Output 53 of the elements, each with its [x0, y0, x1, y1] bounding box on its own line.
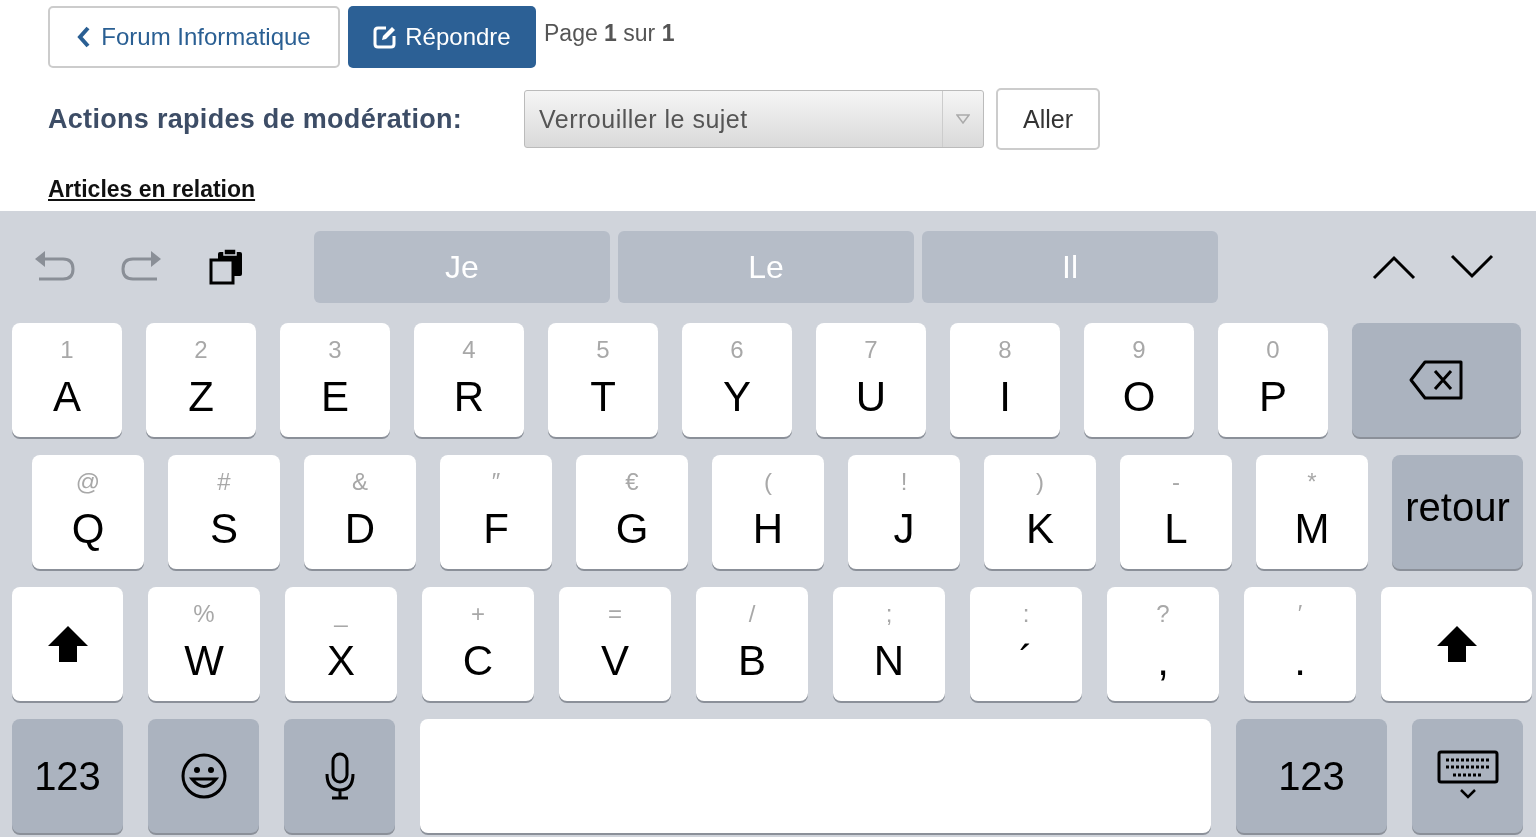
- keyboard-key[interactable]: 7 U: [816, 323, 926, 437]
- keyboard-key[interactable]: @ Q: [32, 455, 144, 569]
- keyboard-key[interactable]: € G: [576, 455, 688, 569]
- keyboard-key[interactable]: ; N: [833, 587, 945, 701]
- back-button[interactable]: Forum Informatique: [48, 6, 340, 68]
- keyboard-key[interactable]: # S: [168, 455, 280, 569]
- microphone-icon: [323, 752, 356, 800]
- keyboard-key[interactable]: + C: [422, 587, 534, 701]
- return-key[interactable]: retour: [1392, 455, 1523, 569]
- keyboard-key[interactable]: ( H: [712, 455, 824, 569]
- dictation-key[interactable]: [284, 719, 395, 833]
- go-button[interactable]: Aller: [996, 88, 1100, 150]
- chevron-down-icon[interactable]: [1450, 254, 1494, 280]
- keyboard-key[interactable]: % W: [148, 587, 260, 701]
- keyboard-key[interactable]: 0 P: [1218, 323, 1328, 437]
- moderation-label: Actions rapides de modération:: [48, 103, 464, 135]
- smiley-icon: [179, 752, 228, 800]
- keyboard-key[interactable]: 1 A: [12, 323, 122, 437]
- pagination-text: Page 1 sur 1: [544, 20, 675, 47]
- chevron-left-icon: [77, 26, 92, 48]
- keyboard-key[interactable]: ! J: [848, 455, 960, 569]
- keyboard-key[interactable]: / B: [696, 587, 808, 701]
- keyboard-key[interactable]: & D: [304, 455, 416, 569]
- keyboard-key[interactable]: _ X: [285, 587, 397, 701]
- keyboard-key[interactable]: 8 I: [950, 323, 1060, 437]
- dropdown-arrow-icon: [956, 114, 970, 124]
- emoji-key[interactable]: [148, 719, 259, 833]
- keyboard-key[interactable]: 4 R: [414, 323, 524, 437]
- keyboard-key[interactable]: 2 Z: [146, 323, 256, 437]
- keyboard-key[interactable]: ′ .: [1244, 587, 1356, 701]
- keyboard-key[interactable]: 6 Y: [682, 323, 792, 437]
- chevron-up-icon[interactable]: [1372, 254, 1416, 280]
- keyboard-key[interactable]: : ´: [970, 587, 1082, 701]
- edit-icon: [373, 25, 398, 49]
- keyboard-key[interactable]: ) K: [984, 455, 1096, 569]
- keyboard-key[interactable]: 9 O: [1084, 323, 1194, 437]
- keyboard-key[interactable]: 3 E: [280, 323, 390, 437]
- keyboard-key[interactable]: 5 T: [548, 323, 658, 437]
- reply-button[interactable]: Répondre: [348, 6, 536, 68]
- keyboard-key[interactable]: ? ,: [1107, 587, 1219, 701]
- keyboard-key[interactable]: * M: [1256, 455, 1368, 569]
- shift-key[interactable]: [1381, 587, 1532, 701]
- hide-keyboard-key[interactable]: [1412, 719, 1523, 833]
- keyboard-key[interactable]: ″ F: [440, 455, 552, 569]
- moderation-select[interactable]: Verrouiller le sujet: [524, 90, 984, 148]
- related-articles-link[interactable]: Articles en relation: [48, 176, 256, 203]
- backspace-icon: [1408, 360, 1465, 400]
- keyboard-key[interactable]: - L: [1120, 455, 1232, 569]
- numbers-key[interactable]: 123: [1236, 719, 1387, 833]
- backspace-key[interactable]: [1352, 323, 1521, 437]
- numbers-key[interactable]: 123: [12, 719, 123, 833]
- keyboard-key[interactable]: = V: [559, 587, 671, 701]
- shift-key[interactable]: [12, 587, 123, 701]
